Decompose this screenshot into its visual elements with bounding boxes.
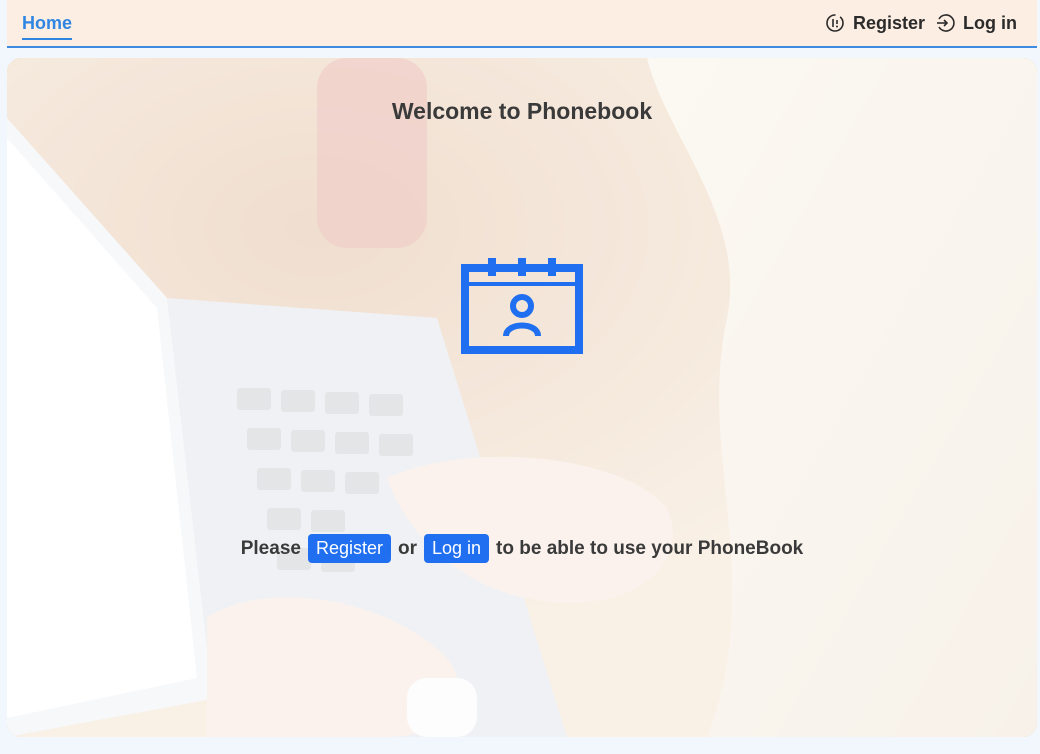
nav-login-link[interactable]: Log in xyxy=(935,13,1017,34)
login-button[interactable]: Log in xyxy=(424,534,490,563)
top-navigation-bar: Home Register Log in xyxy=(7,0,1037,48)
nav-home-link[interactable]: Home xyxy=(22,0,73,46)
nav-login-label: Log in xyxy=(963,12,1017,33)
call-to-action: Please Register or Log in to be able to … xyxy=(7,534,1037,563)
register-icon xyxy=(826,14,844,32)
nav-auth-links: Register Log in xyxy=(825,0,1017,46)
contact-calendar-icon xyxy=(461,258,583,354)
cta-prefix: Please xyxy=(240,537,301,559)
nav-register-link[interactable]: Register xyxy=(825,13,925,34)
cta-suffix: to be able to use your PhoneBook xyxy=(496,537,804,559)
login-icon xyxy=(937,14,955,32)
page-title: Welcome to Phonebook xyxy=(391,98,653,124)
welcome-hero: Welcome to Phonebook Please Register or … xyxy=(7,58,1037,737)
background-overlay xyxy=(7,58,1037,737)
nav-register-label: Register xyxy=(852,12,926,33)
cta-connector: or xyxy=(398,537,417,559)
register-button[interactable]: Register xyxy=(307,534,391,563)
